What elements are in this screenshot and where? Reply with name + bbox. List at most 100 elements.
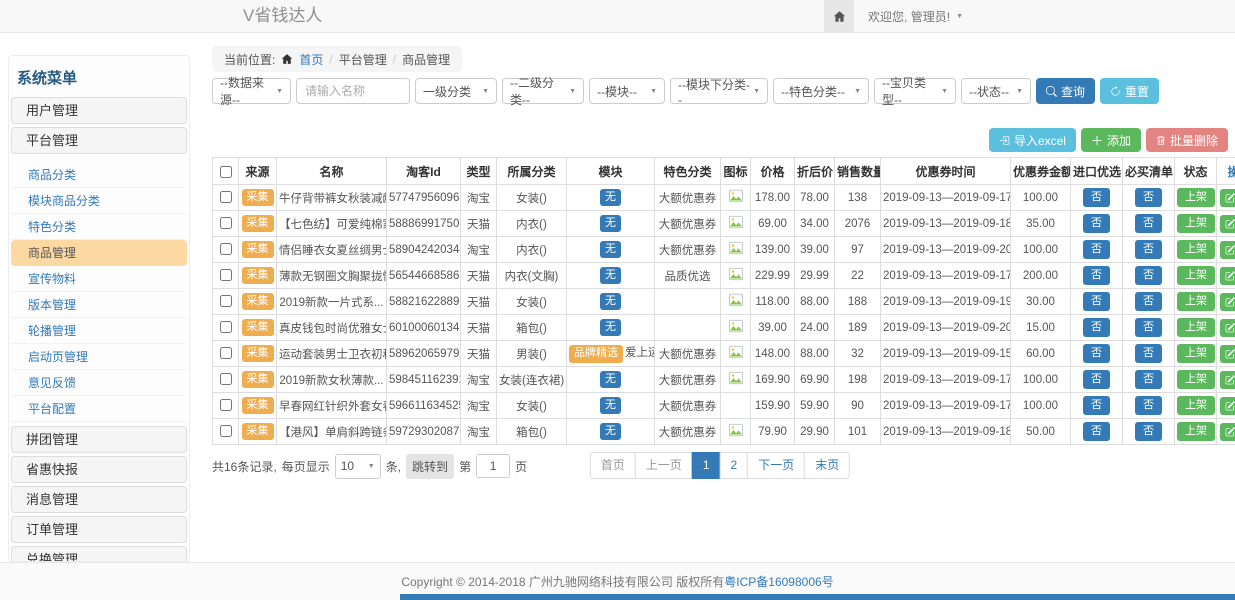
row-checkbox[interactable] [220, 373, 232, 385]
page-button[interactable]: 上一页 [635, 452, 693, 479]
sidebar-item[interactable]: 平台管理 [11, 127, 187, 154]
filter-select[interactable]: --特色分类--▼ [773, 78, 869, 104]
row-checkbox[interactable] [220, 191, 232, 203]
import-optional-toggle[interactable]: 否 [1083, 214, 1110, 233]
search-button[interactable]: 查询 [1036, 78, 1095, 104]
import-optional-toggle[interactable]: 否 [1083, 188, 1110, 207]
edit-button[interactable] [1220, 397, 1235, 415]
must-buy-toggle[interactable]: 否 [1135, 344, 1162, 363]
filter-select-source[interactable]: --数据来源-- ▼ [212, 78, 291, 104]
import-optional-toggle[interactable]: 否 [1083, 370, 1110, 389]
select-all-checkbox[interactable] [220, 166, 232, 178]
row-checkbox[interactable] [220, 217, 232, 229]
edit-button[interactable] [1220, 371, 1235, 389]
icp-link[interactable]: 粤ICP备16098006号 [724, 573, 833, 590]
must-buy-toggle[interactable]: 否 [1135, 396, 1162, 415]
status-toggle[interactable]: 上架 [1177, 214, 1215, 233]
edit-button[interactable] [1220, 241, 1235, 259]
sidebar-subitem[interactable]: 宣传物料 [11, 266, 187, 292]
status-toggle[interactable]: 上架 [1177, 318, 1215, 337]
row-select-cell [213, 211, 239, 237]
name-cell: 情侣睡衣女夏丝绸男士... [277, 237, 387, 263]
filter-select[interactable]: --宝贝类型--▼ [874, 78, 956, 104]
sidebar-item[interactable]: 省惠快报 [11, 456, 187, 483]
must-buy-toggle[interactable]: 否 [1135, 240, 1162, 259]
sidebar-subitem[interactable]: 商品管理 [11, 240, 187, 266]
must-buy-toggle[interactable]: 否 [1135, 318, 1162, 337]
filter-select[interactable]: --状态--▼ [961, 78, 1031, 104]
pagination-summary: 共16条记录, 每页显示 10 ▼ 条, 跳转到 第 页 [212, 452, 527, 480]
must-buy-toggle[interactable]: 否 [1135, 370, 1162, 389]
status-toggle[interactable]: 上架 [1177, 292, 1215, 311]
home-button[interactable] [824, 0, 854, 32]
row-checkbox[interactable] [220, 295, 232, 307]
sidebar-subitem[interactable]: 商品分类 [11, 162, 187, 188]
must-buy-toggle[interactable]: 否 [1135, 266, 1162, 285]
import-optional-toggle[interactable]: 否 [1083, 422, 1110, 441]
must-buy-toggle[interactable]: 否 [1135, 422, 1162, 441]
sidebar-subitem[interactable]: 启动页管理 [11, 344, 187, 370]
must-buy-toggle[interactable]: 否 [1135, 292, 1162, 311]
edit-button[interactable] [1220, 345, 1235, 363]
edit-button[interactable] [1220, 189, 1235, 207]
page-size-select[interactable]: 10 ▼ [335, 454, 381, 479]
import-optional-toggle[interactable]: 否 [1083, 344, 1110, 363]
status-toggle[interactable]: 上架 [1177, 240, 1215, 259]
page-button[interactable]: 1 [692, 452, 721, 479]
status-cell: 上架 [1175, 419, 1217, 445]
page-button[interactable]: 首页 [590, 452, 636, 479]
sidebar-item[interactable]: 用户管理 [11, 97, 187, 124]
edit-button[interactable] [1220, 215, 1235, 233]
row-checkbox[interactable] [220, 321, 232, 333]
horizontal-scrollbar-thumb[interactable] [400, 594, 1235, 600]
import-optional-toggle[interactable]: 否 [1083, 240, 1110, 259]
edit-button[interactable] [1220, 423, 1235, 441]
row-checkbox[interactable] [220, 425, 232, 437]
sidebar-subitem[interactable]: 平台配置 [11, 396, 187, 422]
import-optional-toggle[interactable]: 否 [1083, 266, 1110, 285]
import-optional-toggle[interactable]: 否 [1083, 292, 1110, 311]
edit-button[interactable] [1220, 319, 1235, 337]
add-button[interactable]: ＋ 添加 [1081, 128, 1141, 152]
reset-button[interactable]: 重置 [1100, 78, 1159, 104]
must-buy-toggle[interactable]: 否 [1135, 214, 1162, 233]
jump-page-input[interactable] [476, 454, 510, 478]
page-button[interactable]: 下一页 [747, 452, 805, 479]
row-checkbox[interactable] [220, 347, 232, 359]
status-toggle[interactable]: 上架 [1177, 422, 1215, 441]
sidebar-subitem[interactable]: 版本管理 [11, 292, 187, 318]
sidebar-item[interactable]: 兑换管理 [11, 546, 187, 562]
page-button[interactable]: 2 [720, 452, 749, 479]
batch-delete-button[interactable]: 批量删除 [1146, 128, 1228, 152]
jump-to-button[interactable]: 跳转到 [406, 454, 454, 479]
status-toggle[interactable]: 上架 [1177, 344, 1215, 363]
sidebar-subitem[interactable]: 特色分类 [11, 214, 187, 240]
sidebar-item[interactable]: 消息管理 [11, 486, 187, 513]
row-checkbox[interactable] [220, 399, 232, 411]
filter-select[interactable]: --二级分类--▼ [502, 78, 584, 104]
status-toggle[interactable]: 上架 [1177, 266, 1215, 285]
sidebar-subitem[interactable]: 轮播管理 [11, 318, 187, 344]
status-toggle[interactable]: 上架 [1177, 188, 1215, 207]
filter-select[interactable]: 一级分类▼ [415, 78, 497, 104]
page-button[interactable]: 末页 [804, 452, 850, 479]
sidebar-subitem[interactable]: 模块商品分类 [11, 188, 187, 214]
sidebar-item[interactable]: 拼团管理 [11, 426, 187, 453]
filter-select[interactable]: --模块--▼ [589, 78, 665, 104]
import-excel-button[interactable]: 导入excel [989, 128, 1076, 152]
row-checkbox[interactable] [220, 269, 232, 281]
must-buy-toggle[interactable]: 否 [1135, 188, 1162, 207]
filter-select[interactable]: --模块下分类--▼ [670, 78, 768, 104]
status-toggle[interactable]: 上架 [1177, 370, 1215, 389]
breadcrumb-home-link[interactable]: 首页 [299, 51, 323, 68]
edit-button[interactable] [1220, 267, 1235, 285]
import-optional-toggle[interactable]: 否 [1083, 318, 1110, 337]
status-toggle[interactable]: 上架 [1177, 396, 1215, 415]
sidebar-subitem[interactable]: 意见反馈 [11, 370, 187, 396]
name-search-input[interactable] [296, 78, 410, 104]
import-optional-toggle[interactable]: 否 [1083, 396, 1110, 415]
user-menu[interactable]: 欢迎您, 管理员! ▼ [854, 0, 977, 32]
edit-button[interactable] [1220, 293, 1235, 311]
sidebar-item[interactable]: 订单管理 [11, 516, 187, 543]
row-checkbox[interactable] [220, 243, 232, 255]
